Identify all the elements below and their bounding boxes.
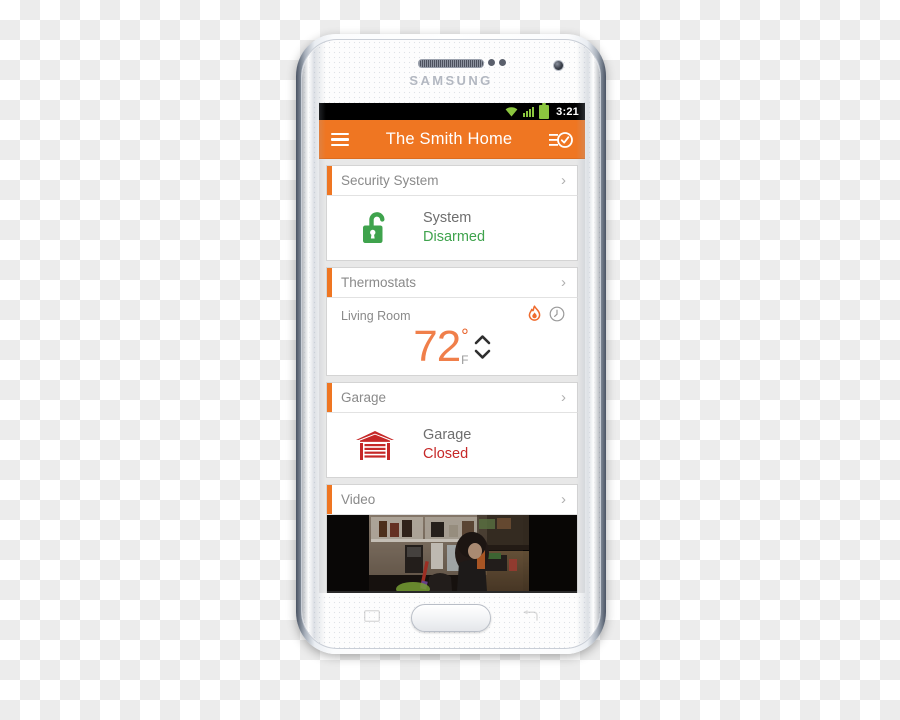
security-status-badge: Disarmed — [423, 229, 486, 245]
chevron-up-icon — [474, 335, 491, 345]
garage-status-text: Garage Closed — [423, 426, 471, 464]
degree-symbol: ° — [461, 326, 469, 348]
video-card[interactable]: powered by ALARM.COM — [326, 515, 578, 593]
powered-by-footer: powered by ALARM.COM — [327, 591, 577, 593]
home-button[interactable] — [411, 604, 491, 632]
phone-screen: 3:21 The Smith Home Security System › Sy… — [319, 103, 585, 593]
card-title-security: Security System — [341, 173, 439, 188]
flame-icon[interactable] — [527, 305, 542, 327]
card-body-thermostats[interactable]: Living Room 72 ° F — [326, 298, 578, 376]
earpiece-speaker — [418, 59, 484, 68]
samsung-brand-label: SAMSUNG — [409, 73, 493, 88]
dashboard-content: Security System › System Disarmed Thermo… — [319, 159, 585, 593]
chevron-down-icon — [474, 349, 491, 359]
chevron-right-icon: › — [561, 491, 566, 508]
clock-icon[interactable] — [549, 306, 565, 327]
garage-label: Garage — [423, 426, 472, 443]
thermostat-temperature: 72 — [413, 322, 461, 371]
android-status-bar: 3:21 — [319, 103, 585, 120]
chevron-right-icon: › — [561, 389, 566, 406]
card-header-video[interactable]: Video › — [326, 484, 578, 515]
temperature-stepper[interactable] — [474, 334, 491, 360]
garage-door-icon — [327, 430, 423, 461]
front-camera — [553, 60, 564, 71]
chevron-right-icon: › — [561, 172, 566, 189]
signal-icon — [523, 106, 535, 117]
card-header-security[interactable]: Security System › — [326, 165, 578, 196]
page-title: The Smith Home — [385, 130, 513, 148]
card-body-garage[interactable]: Garage Closed — [326, 413, 578, 478]
card-header-thermostats[interactable]: Thermostats › — [326, 267, 578, 298]
garage-status-badge: Closed — [423, 446, 469, 462]
smartphone-device: SAMSUNG 3:21 The Smith Home Security Sys… — [296, 34, 606, 654]
card-title-thermostats: Thermostats — [341, 275, 417, 290]
card-header-garage[interactable]: Garage › — [326, 382, 578, 413]
card-title-video: Video — [341, 492, 376, 507]
unlocked-padlock-icon — [327, 211, 423, 245]
recents-key[interactable] — [364, 610, 380, 622]
phone-front-panel: SAMSUNG 3:21 The Smith Home Security Sys… — [301, 39, 601, 649]
proximity-sensor-icon — [488, 59, 495, 66]
thermostat-room-label: Living Room — [341, 309, 411, 323]
hamburger-menu-icon[interactable] — [331, 132, 349, 147]
card-title-garage: Garage — [341, 390, 387, 405]
light-sensor-icon — [499, 59, 506, 66]
kitchen-camera-feed[interactable] — [327, 515, 577, 591]
security-label: System — [423, 209, 472, 226]
security-status-text: System Disarmed — [423, 209, 485, 247]
app-bar: The Smith Home — [319, 120, 585, 159]
back-key[interactable] — [521, 610, 538, 622]
task-checklist-icon[interactable] — [549, 130, 573, 150]
card-body-security[interactable]: System Disarmed — [326, 196, 578, 261]
status-bar-clock: 3:21 — [556, 105, 579, 118]
temperature-unit: F — [461, 352, 469, 367]
wifi-icon — [505, 106, 518, 117]
battery-icon — [539, 103, 550, 119]
chevron-right-icon: › — [561, 274, 566, 291]
